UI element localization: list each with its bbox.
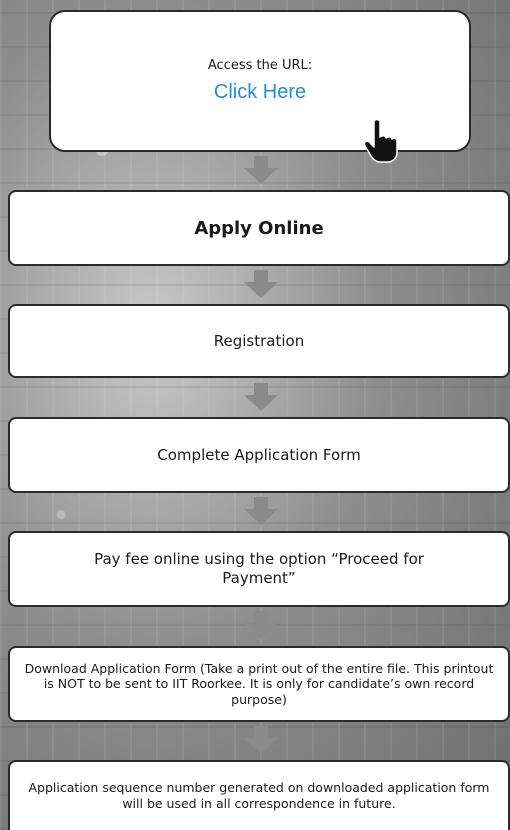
hand-pointer-icon <box>363 117 398 163</box>
click-here-link[interactable]: Click Here <box>214 81 306 104</box>
pay-fee-box: Pay fee online using the option “Proceed… <box>8 531 510 607</box>
registration-box: Registration <box>8 304 510 378</box>
download-form-text: Download Application Form (Take a print … <box>24 660 494 707</box>
down-arrow-icon <box>244 156 278 184</box>
complete-form-text: Complete Application Form <box>157 445 361 464</box>
pay-fee-text: Pay fee online using the option “Proceed… <box>94 550 424 587</box>
apply-online-box: Apply Online <box>8 190 510 266</box>
down-arrow-icon <box>244 611 278 639</box>
down-arrow-icon <box>244 270 278 298</box>
download-form-box: Download Application Form (Take a print … <box>8 646 510 722</box>
down-arrow-icon <box>244 383 278 411</box>
access-url-caption: Access the URL: <box>207 58 313 73</box>
down-arrow-icon <box>244 497 278 525</box>
down-arrow-icon <box>244 726 278 754</box>
registration-text: Registration <box>213 331 305 350</box>
sequence-number-text: Application sequence number generated on… <box>28 780 490 811</box>
sequence-number-box: Application sequence number generated on… <box>8 760 510 830</box>
access-url-box: Access the URL: Click Here <box>49 10 471 152</box>
apply-online-text: Apply Online <box>194 217 324 239</box>
complete-form-box: Complete Application Form <box>8 417 510 493</box>
